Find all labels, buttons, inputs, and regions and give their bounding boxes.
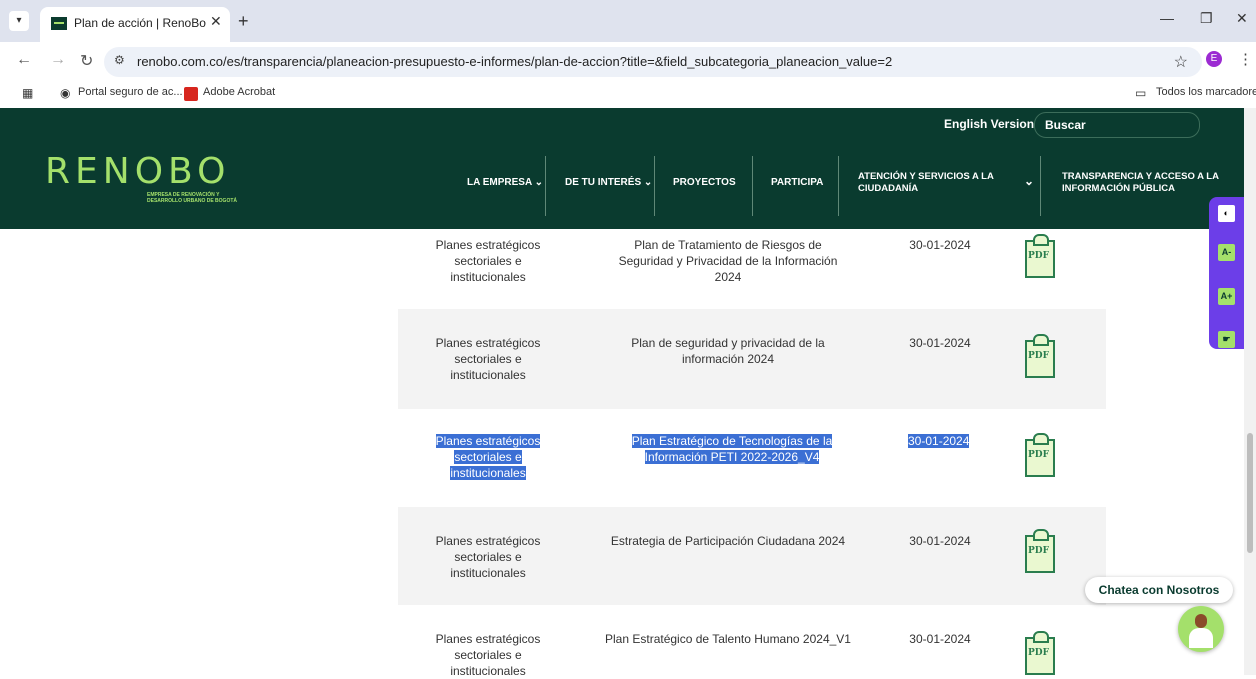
minimize-icon[interactable]: — [1160,10,1174,26]
all-bookmarks[interactable]: Todos los marcadores [1156,86,1256,98]
site-info-icon[interactable]: ⚙ [114,53,125,67]
row-category: Planes estratégicos sectoriales e instit… [435,238,541,284]
contrast-icon[interactable]: ◐ [1218,205,1235,222]
back-arrow-icon[interactable]: ← [16,51,32,69]
row-title: Plan Estratégico de Talento Humano 2024_… [605,632,851,646]
pdf-download-icon[interactable]: PDF [1025,529,1055,573]
site-header: RENOBO EMPRESA DE RENOVACIÓN Y DESARROLL… [0,108,1244,229]
new-tab-plus-icon[interactable]: + [238,11,249,32]
profile-avatar[interactable]: E [1206,51,1222,67]
nav-separator [545,156,546,216]
bookmark-adobe[interactable]: Adobe Acrobat [203,86,275,98]
nav-de-tu-interes[interactable]: DE TU INTERÉS ⌄ [565,177,652,188]
browser-tab[interactable]: Plan de acción | RenoBo ✕ [40,7,230,42]
nav-la-empresa[interactable]: LA EMPRESA ⌄ [467,177,543,188]
nav-participa[interactable]: PARTICIPA [771,177,823,188]
nav-transparencia[interactable]: TRANSPARENCIA Y ACCESO A LA INFORMACIÓN … [1062,171,1222,195]
tab-search-chevron-icon[interactable]: ▾ [9,11,29,31]
row-title: Plan de seguridad y privacidad de la inf… [631,336,825,366]
row-category: Planes estratégicos sectoriales e instit… [435,336,541,382]
nav-separator [752,156,753,216]
increase-font-button[interactable]: A+ [1218,288,1235,305]
row-date: 30-01-2024 [909,534,971,548]
bookmarks-bar: ▦ ◉ Portal seguro de ac... Adobe Acrobat… [0,80,1256,109]
bookmark-star-icon[interactable]: ☆ [1174,52,1188,72]
chat-avatar-icon[interactable] [1178,606,1224,652]
logo-subtitle: EMPRESA DE RENOVACIÓN Y DESARROLLO URBAN… [147,192,237,204]
url-text[interactable]: renobo.com.co/es/transparencia/planeacio… [137,54,892,69]
chat-button[interactable]: Chatea con Nosotros [1085,577,1233,603]
row-date: 30-01-2024 [909,336,971,350]
globe-icon: ◉ [60,86,71,100]
tab-strip: ▾ Plan de acción | RenoBo ✕ + — ❐ ✕ [0,0,1256,42]
row-category: Planes estratégicos sectoriales e instit… [435,632,541,678]
row-category: Planes estratégicos sectoriales e instit… [435,434,541,480]
search-label: Buscar [1045,118,1086,132]
page-scrollbar[interactable] [1244,108,1256,675]
table-row: Planes estratégicos sectoriales e instit… [398,409,1106,507]
row-date: 30-01-2024 [908,434,970,448]
table-row: Planes estratégicos sectoriales e instit… [398,507,1106,605]
english-version-link[interactable]: English Version [944,117,1034,131]
row-date: 30-01-2024 [909,238,971,252]
window-close-icon[interactable]: ✕ [1236,10,1248,27]
pdf-download-icon[interactable]: PDF [1025,334,1055,378]
decrease-font-button[interactable]: A- [1218,244,1235,261]
tab-title: Plan de acción | RenoBo [74,16,206,30]
forward-arrow-icon[interactable]: → [50,51,66,69]
nav-separator [838,156,839,216]
site-favicon-icon [51,17,67,30]
nav-separator [654,156,655,216]
sign-language-icon[interactable]: ☛ [1218,331,1235,348]
pdf-download-icon[interactable]: PDF [1025,631,1055,675]
folder-icon: ▭ [1135,86,1147,100]
nav-separator [1040,156,1041,216]
row-title: Estrategia de Participación Ciudadana 20… [610,534,846,548]
row-title: Plan de Tratamiento de Riesgos de Seguri… [618,238,838,284]
bookmark-portal[interactable]: Portal seguro de ac... [78,86,183,98]
row-title: Plan Estratégico de Tecnologías de la In… [631,434,833,464]
accessibility-toolbar: ◐ A- A+ ☛ [1209,197,1244,349]
browser-menu-icon[interactable]: ⋮ [1238,50,1253,68]
table-row: Planes estratégicos sectoriales e instit… [398,605,1106,678]
apps-grid-icon[interactable]: ▦ [22,86,33,100]
browser-toolbar: ← → ↻ ⚙ renobo.com.co/es/transparencia/p… [0,42,1256,80]
restore-icon[interactable]: ❐ [1200,10,1213,27]
pdf-download-icon[interactable]: PDF [1025,433,1055,477]
chevron-down-icon[interactable]: ⌄ [1024,174,1034,188]
table-row: Planes estratégicos sectoriales e instit… [398,309,1106,409]
scroll-thumb[interactable] [1247,433,1253,553]
adobe-acrobat-icon [184,87,198,101]
search-input[interactable]: Buscar [1034,112,1200,138]
address-bar[interactable]: ⚙ renobo.com.co/es/transparencia/planeac… [104,47,1202,77]
table-row: Planes estratégicos sectoriales e instit… [398,229,1106,309]
renobo-logo[interactable]: RENOBO [45,151,230,192]
reload-icon[interactable]: ↻ [80,51,93,71]
row-category: Planes estratégicos sectoriales e instit… [435,534,541,580]
nav-atencion[interactable]: ATENCIÓN Y SERVICIOS A LA CIUDADANÍA [858,171,998,195]
tab-close-icon[interactable]: ✕ [210,13,222,30]
nav-proyectos[interactable]: PROYECTOS [673,177,736,188]
pdf-download-icon[interactable]: PDF [1025,234,1055,278]
row-date: 30-01-2024 [909,632,971,646]
